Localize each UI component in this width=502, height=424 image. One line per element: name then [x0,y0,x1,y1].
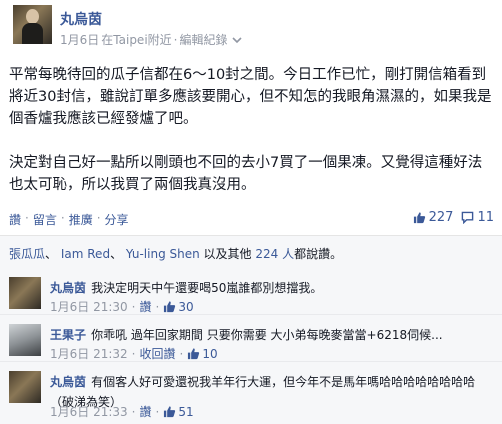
action-separator: · [96,211,101,225]
comment-item: 王果子 你乖吼 過年回家期間 只要你需要 大小弟每晚麥當當+6218伺候... … [0,315,502,362]
comment-like-number: 51 [178,404,194,419]
post-paragraph-1: 平常每晚待回的瓜子信都在6～10封之間。今日工作已忙，剛打開信箱看到將近30封信… [9,67,492,127]
and-others-label: 以及其他 [203,247,252,261]
commenter-avatar[interactable] [9,371,41,403]
author-avatar[interactable] [13,5,52,44]
comment-like-number: 30 [178,299,194,314]
action-separator: · [25,211,29,225]
comment-time[interactable]: 1月6日 21:30 [50,298,128,315]
promote-button[interactable]: 推廣 [69,211,93,228]
comment-unlike-button[interactable]: 收回讚 [140,345,176,362]
comment-count: 11 [477,210,494,225]
liker-name[interactable]: 張瓜瓜 [9,247,45,261]
likes-summary: 張瓜瓜、 Iam Red、 Yu-ling Shen 以及其他 224 人都說讚… [0,235,502,269]
commenter-avatar[interactable] [9,277,41,309]
meta-separator: · [155,404,160,419]
comment-time[interactable]: 1月6日 21:33 [50,403,128,420]
meta-separator: · [131,346,136,361]
post-date[interactable]: 1月6日 [60,31,99,48]
commenter-name[interactable]: 丸烏茵 [50,375,86,389]
post-counts: 227 11 [413,210,494,225]
edit-history-link[interactable]: 編輯紀錄 [179,31,227,48]
author-name[interactable]: 丸烏茵 [60,9,102,29]
thumbs-up-icon [188,348,200,360]
likes-suffix: 都說讚。 [294,247,343,261]
comment-like-count[interactable]: 10 [187,346,218,361]
comment-like-count[interactable]: 30 [163,299,194,314]
meta-separator: · [131,299,136,314]
thumbs-up-icon [164,301,176,313]
comment-bubble-icon [462,211,474,224]
meta-separator: · [155,299,160,314]
comment-meta: 1月6日 21:33 · 讚 · 51 [50,403,194,420]
comment-like-button[interactable]: 讚 [140,298,152,315]
meta-separator: · [179,346,184,361]
liker-separator: 、 [110,247,123,261]
meta-separator: · [173,32,178,47]
comment-body: 丸烏茵 我決定明天中午還要喝50嵐誰都別想擋我。 [50,277,490,297]
commenter-name[interactable]: 王果子 [50,328,86,342]
comment-text: 你乖吼 過年回家期間 只要你需要 大小弟每晚麥當當+6218伺候... [91,328,443,342]
facebook-post: 丸烏茵 1月6日 在Taipei附近 · 編輯紀錄 平常每晚待回的瓜子信都在6～… [0,0,502,424]
post-text: 平常每晚待回的瓜子信都在6～10封之間。今日工作已忙，剛打開信箱看到將近30封信… [9,64,495,218]
likes-text: 張瓜瓜、 Iam Red、 Yu-ling Shen 以及其他 224 人都說讚… [9,245,342,262]
avatar-body [22,23,43,44]
comment-like-number: 10 [202,346,218,361]
comment-like-button[interactable]: 讚 [140,403,152,420]
avatar-face [26,9,39,24]
like-button[interactable]: 讚 [9,211,21,228]
liker-name[interactable]: Iam Red [61,247,110,261]
comment-meta: 1月6日 21:32 · 收回讚 · 10 [50,345,218,362]
comments-section: 丸烏茵 我決定明天中午還要喝50嵐誰都別想擋我。 1月6日 21:30 · 讚 … [0,268,502,424]
commenter-name[interactable]: 丸烏茵 [50,281,86,295]
share-button[interactable]: 分享 [105,211,129,228]
comment-count-item[interactable]: 11 [461,210,494,225]
meta-separator: · [131,404,136,419]
comment-button[interactable]: 留言 [33,211,57,228]
comment-like-count[interactable]: 51 [163,404,194,419]
post-actions: 讚 · 留言 · 推廣 · 分享 [9,211,129,228]
post-location[interactable]: 在Taipei附近 [101,31,171,48]
comment-text: 我決定明天中午還要喝50嵐誰都別想擋我。 [91,281,323,295]
comment-time[interactable]: 1月6日 21:32 [50,345,128,362]
comment-item: 丸烏茵 我決定明天中午還要喝50嵐誰都別想擋我。 1月6日 21:30 · 讚 … [0,268,502,315]
like-count: 227 [428,210,454,225]
chevron-down-icon[interactable] [231,36,242,44]
others-count-link[interactable]: 224 人 [255,247,294,261]
comment-body: 王果子 你乖吼 過年回家期間 只要你需要 大小弟每晚麥當當+6218伺候... [50,324,490,344]
comment-item: 丸烏茵 有個客人好可愛還祝我羊年行大運，但今年不是馬年嗎哈哈哈哈哈哈哈哈（破涕為… [0,362,502,424]
post-paragraph-2: 決定對自己好一點所以剛頭也不回的去小7買了一個果凍。又覺得這種好法也太可恥，所以… [9,155,483,193]
comment-meta: 1月6日 21:30 · 讚 · 30 [50,298,194,315]
thumbs-up-icon [164,406,176,418]
commenter-avatar[interactable] [9,324,41,356]
liker-name[interactable]: Yu-ling Shen [126,247,200,261]
liker-separator: 、 [45,247,58,261]
action-separator: · [60,211,65,225]
like-count-item[interactable]: 227 [413,210,454,225]
thumbs-up-icon [413,212,425,224]
post-meta: 1月6日 在Taipei附近 · 編輯紀錄 [60,31,242,48]
